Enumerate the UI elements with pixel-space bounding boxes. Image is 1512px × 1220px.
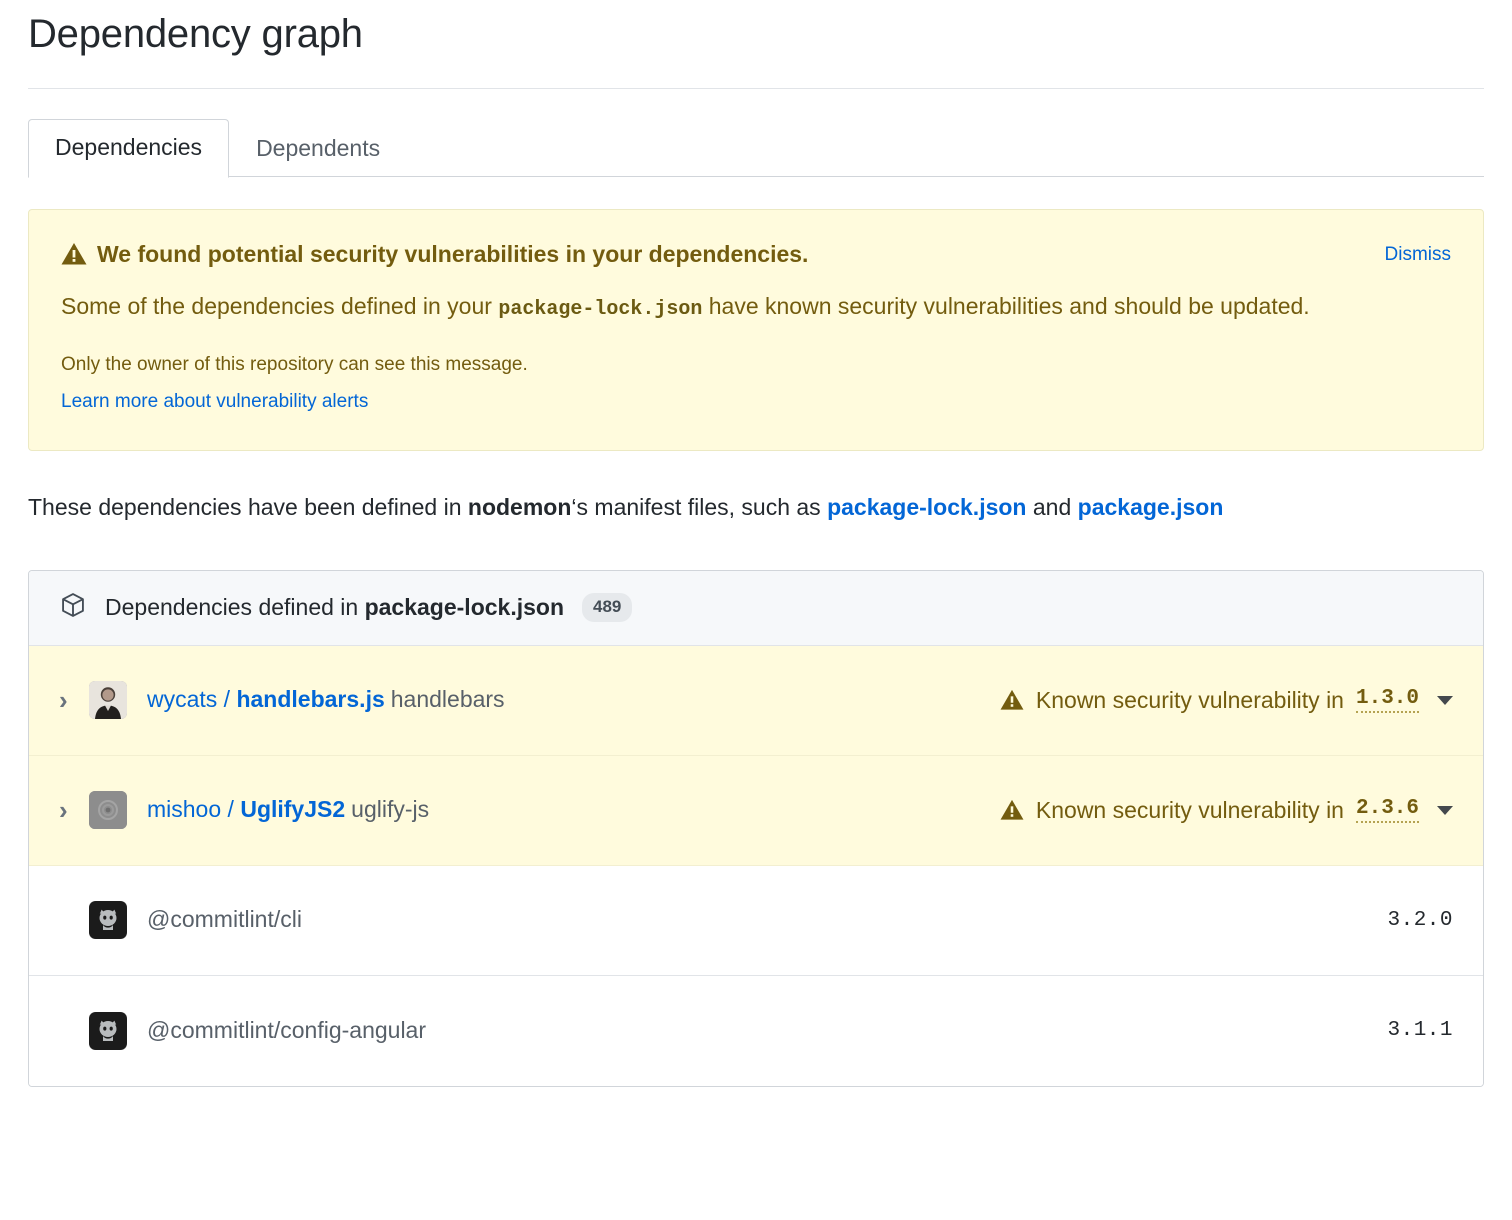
dependency-graph-page: Dependency graph Dependencies Dependents…: [0, 0, 1512, 1220]
table-row[interactable]: @commitlint/config-angular 3.1.1: [29, 975, 1483, 1086]
chevron-right-icon[interactable]: ›: [59, 797, 89, 823]
dependencies-box-title: Dependencies defined in package-lock.jso…: [105, 594, 564, 621]
page-title: Dependency graph: [28, 12, 363, 56]
tab-underline: [28, 176, 1484, 177]
repo-name-link[interactable]: UglifyJS2: [240, 796, 345, 822]
intro-paragraph: These dependencies have been defined in …: [28, 487, 1388, 527]
banner-note: Only the owner of this repository can se…: [61, 354, 528, 376]
banner-body: Some of the dependencies defined in your…: [61, 286, 1351, 328]
tab-dependencies[interactable]: Dependencies: [28, 119, 230, 178]
avatar: [89, 681, 127, 720]
dependency-name: wycats / handlebars.js handlebars: [147, 685, 505, 715]
chevron-down-icon[interactable]: [1437, 695, 1453, 705]
intro-link-package-json[interactable]: package.json: [1078, 494, 1224, 520]
vulnerability-banner: Dismiss We found potential security vuln…: [28, 209, 1484, 452]
package-name: handlebars: [390, 686, 505, 713]
dependency-count-badge: 489: [582, 593, 633, 623]
dependency-name: mishoo / UglifyJS2 uglify-js: [147, 795, 429, 825]
banner-body-part2: have known security vulnerabilities and …: [702, 292, 1310, 319]
alert-icon: [61, 242, 87, 274]
vulnerability-status: Known security vulnerability in 2.3.6: [1000, 797, 1453, 824]
repo-owner-link[interactable]: wycats: [147, 686, 217, 712]
version-dropdown-value[interactable]: 2.3.6: [1355, 797, 1419, 824]
dependency-name: @commitlint/cli: [147, 905, 302, 935]
version-label: 3.2.0: [1387, 908, 1453, 932]
avatar: [89, 791, 127, 830]
avatar: [89, 1011, 127, 1050]
version-label: 3.1.1: [1387, 1019, 1453, 1043]
chevron-down-icon[interactable]: [1437, 805, 1453, 815]
dependencies-box-header: Dependencies defined in package-lock.jso…: [29, 570, 1483, 646]
intro-repo-name: nodemon: [467, 494, 572, 521]
vulnerability-status-text: Known security vulnerability in: [1035, 686, 1344, 713]
dep-header-filename: package-lock.json: [364, 594, 565, 621]
banner-heading-row: We found potential security vulnerabilit…: [61, 240, 1451, 272]
tab-bar: Dependencies Dependents: [28, 111, 1484, 178]
package-name-link[interactable]: @commitlint/config-angular: [147, 1017, 426, 1043]
repo-name-link[interactable]: handlebars.js: [236, 686, 384, 712]
repo-owner-link[interactable]: mishoo: [147, 796, 221, 822]
intro-part3: and: [1026, 494, 1078, 521]
chevron-right-icon[interactable]: ›: [59, 687, 89, 713]
table-row[interactable]: › mishoo / UglifyJS2 uglify-js Known sec…: [29, 755, 1483, 866]
alert-icon: [1000, 799, 1024, 821]
intro-link-package-lock[interactable]: package-lock.json: [827, 494, 1026, 520]
title-divider: [28, 88, 1484, 89]
banner-body-part1: Some of the dependencies defined in your: [61, 292, 499, 319]
dep-header-prefix: Dependencies defined in: [105, 594, 365, 621]
dependency-name: @commitlint/config-angular: [147, 1016, 426, 1046]
vulnerability-status: Known security vulnerability in 1.3.0: [1000, 687, 1453, 714]
intro-part1: These dependencies have been defined in: [28, 494, 468, 521]
name-separator: /: [217, 686, 237, 713]
banner-body-code: package-lock.json: [498, 297, 703, 321]
intro-part2: ‘s manifest files, such as: [571, 494, 828, 521]
tab-dependents[interactable]: Dependents: [229, 120, 407, 178]
package-name: uglify-js: [351, 796, 430, 823]
avatar: [89, 901, 127, 940]
learn-more-link[interactable]: Learn more about vulnerability alerts: [61, 388, 368, 417]
table-row[interactable]: @commitlint/cli 3.2.0: [29, 865, 1483, 976]
version-dropdown-value[interactable]: 1.3.0: [1355, 687, 1419, 714]
name-separator: /: [221, 796, 241, 823]
alert-icon: [1000, 689, 1024, 711]
dismiss-button[interactable]: Dismiss: [1385, 244, 1452, 266]
package-name-link[interactable]: @commitlint/cli: [147, 906, 302, 932]
table-row[interactable]: › wycats / handlebars.js handlebars Know…: [29, 645, 1483, 756]
banner-heading-text: We found potential security vulnerabilit…: [97, 241, 809, 267]
package-icon: [59, 591, 87, 625]
vulnerability-status-text: Known security vulnerability in: [1035, 796, 1344, 823]
dependencies-box: Dependencies defined in package-lock.jso…: [28, 569, 1484, 1087]
